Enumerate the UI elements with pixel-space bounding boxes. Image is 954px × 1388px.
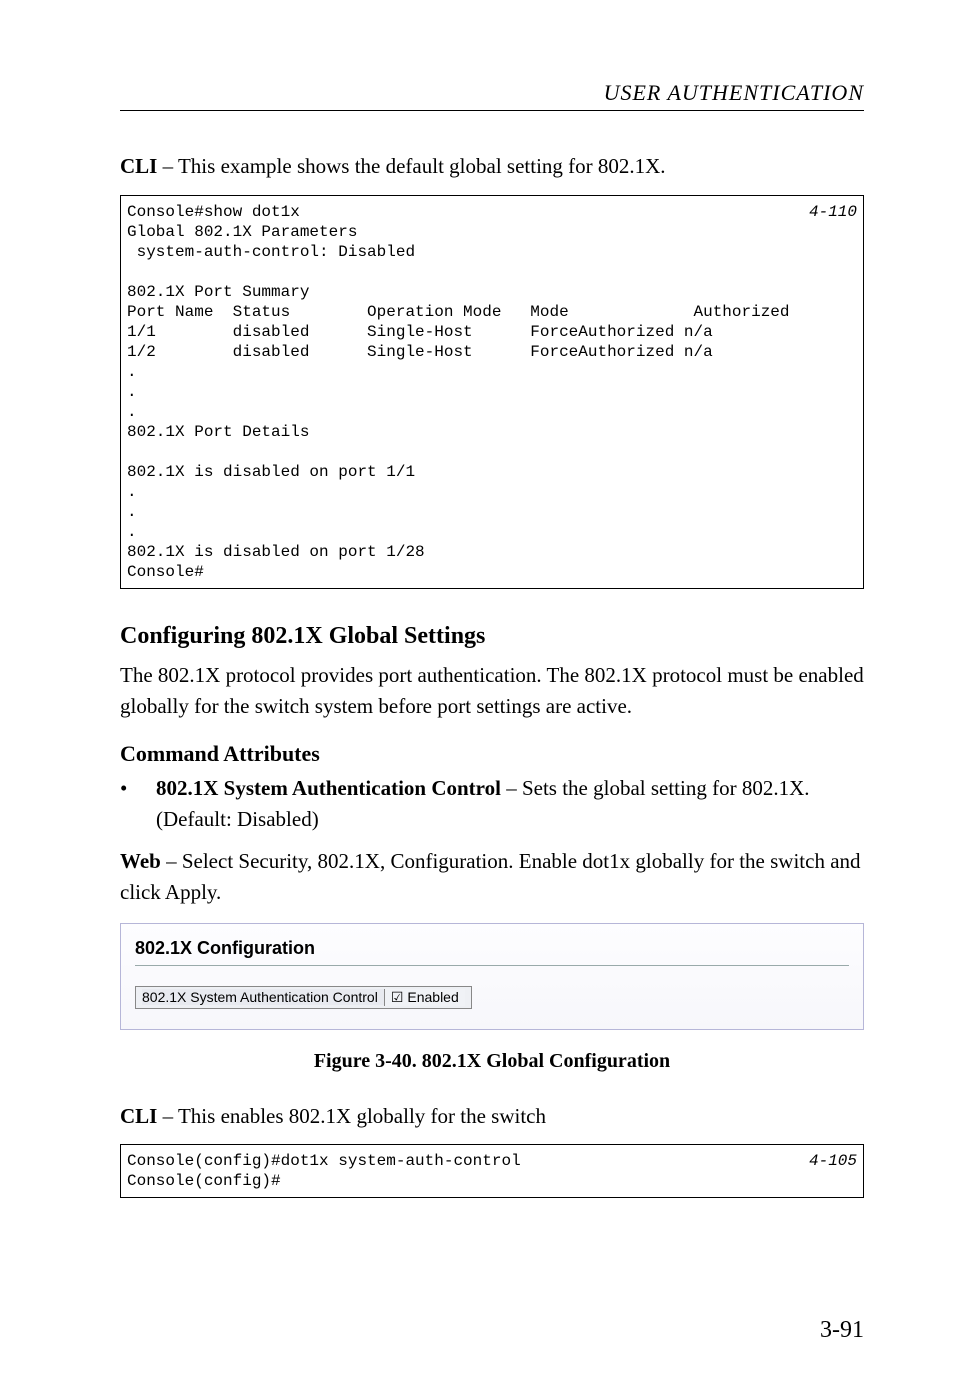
bullet1-bold: 802.1X System Authentication Control <box>156 776 501 800</box>
figure-caption: Figure 3-40. 802.1X Global Configuration <box>120 1050 864 1073</box>
code2-line1-left: Console(config)#dot1x system-auth-contro… <box>127 1151 521 1171</box>
code1-body2: 802.1X Port Details 802.1X is disabled o… <box>127 423 415 481</box>
ui-auth-control-label: 802.1X System Authentication Control <box>142 989 384 1005</box>
web-label: Web <box>120 849 161 873</box>
bullet-dot: • <box>120 773 156 836</box>
checkbox-icon: ☑ <box>391 989 404 1006</box>
embedded-ui-panel: 802.1X Configuration 802.1X System Authe… <box>120 923 864 1030</box>
section-heading-configuring: Configuring 802.1X Global Settings <box>120 623 864 650</box>
intro2-text: – This enables 802.1X globally for the s… <box>157 1104 546 1128</box>
enabled-checkbox[interactable]: ☑Enabled <box>384 989 465 1006</box>
enabled-text: Enabled <box>407 989 458 1005</box>
code1-ref: 4-110 <box>809 202 857 222</box>
cli-label-2: CLI <box>120 1104 157 1128</box>
section-heading-attributes: Command Attributes <box>120 741 864 767</box>
para2-text: – Select Security, 802.1X, Configuration… <box>120 849 861 905</box>
bullet-item-1: • 802.1X System Authentication Control –… <box>120 773 864 836</box>
intro-cli-2: CLI – This enables 802.1X globally for t… <box>120 1101 864 1133</box>
ui-panel-title: 802.1X Configuration <box>135 938 849 965</box>
code-block-2: Console(config)#dot1x system-auth-contro… <box>120 1144 864 1198</box>
code2-ref: 4-105 <box>809 1151 857 1171</box>
cli-label-1: CLI <box>120 154 157 178</box>
code2-line2: Console(config)# <box>127 1172 281 1190</box>
para-web: Web – Select Security, 802.1X, Configura… <box>120 846 864 909</box>
code1-line1-left: Console#show dot1x <box>127 202 300 222</box>
ui-divider <box>135 965 849 966</box>
code1-body1: Global 802.1X Parameters system-auth-con… <box>127 223 415 301</box>
code-block-1: Console#show dot1x 4-110 Global 802.1X Par… <box>120 195 864 589</box>
intro1-text: – This example shows the default global … <box>157 154 665 178</box>
page-number: 3-91 <box>820 1317 864 1344</box>
para-protocol-desc: The 802.1X protocol provides port authen… <box>120 660 864 723</box>
code1-body3: 802.1X is disabled on port 1/28 Console# <box>127 543 425 581</box>
intro-cli-1: CLI – This example shows the default glo… <box>120 151 864 183</box>
ui-auth-control-row: 802.1X System Authentication Control ☑En… <box>135 986 472 1009</box>
page-header: USER AUTHENTICATION <box>120 80 864 111</box>
code1-table: Port Name Status Operation Mode Mode Aut… <box>127 303 790 361</box>
